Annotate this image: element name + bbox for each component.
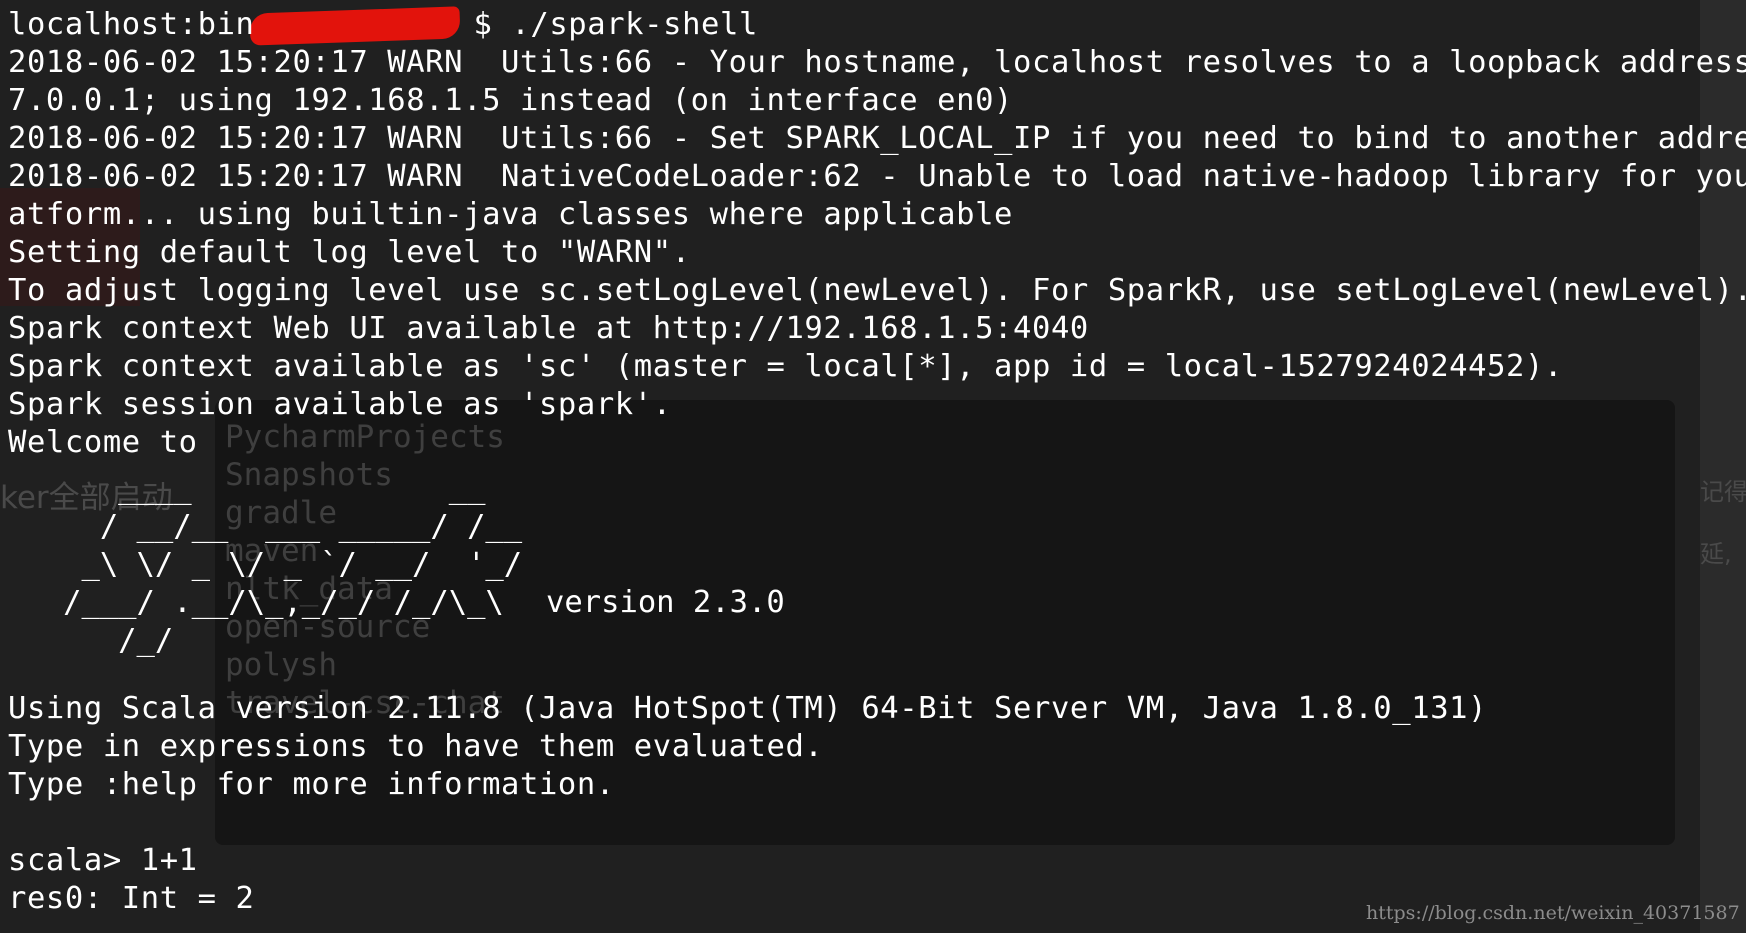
background-page-text: 延, <box>1700 540 1732 568</box>
logo-line: /___/ .__/\_,_/_/ /_/\_\ <box>8 585 504 620</box>
output-line: atform... using builtin-java classes whe… <box>8 197 1014 232</box>
scala-prompt-line[interactable]: scala> 1+1 <box>8 842 1487 880</box>
terminal-output: localhost:bin $ ./spark-shell 2018-06-02… <box>8 6 1746 462</box>
spark-ascii-logo: ____ __ / __/__ ___ _____/ /__ _\ \/ _ \… <box>8 470 522 660</box>
output-line: Setting default log level to "WARN". <box>8 235 691 270</box>
terminal-window[interactable]: PycharmProjects Snapshots gradle maven n… <box>0 0 1746 933</box>
output-line: Using Scala version 2.11.8 (Java HotSpot… <box>8 691 1488 726</box>
output-line: 2018-06-02 15:20:17 WARN Utils:66 - Your… <box>8 45 1746 80</box>
logo-line: _\ \/ _ \/ _ `/ __/ '_/ <box>8 547 523 582</box>
logo-line: ____ __ <box>8 471 486 506</box>
logo-line: / __/__ ___ _____/ /__ <box>8 509 523 544</box>
output-line: Spark context available as 'sc' (master … <box>8 349 1563 384</box>
output-line: 7.0.0.1; using 192.168.1.5 instead (on i… <box>8 83 1014 118</box>
output-line: Type in expressions to have them evaluat… <box>8 729 824 764</box>
output-line: To adjust logging level use sc.setLogLev… <box>8 273 1746 308</box>
background-page-text: 记得 <box>1700 478 1746 506</box>
output-line: 2018-06-02 15:20:17 WARN NativeCodeLoade… <box>8 159 1746 194</box>
prompt-command: $ ./spark-shell <box>473 7 758 42</box>
prompt-line: localhost:bin $ ./spark-shell <box>8 6 1746 44</box>
result-line: res0: Int = 2 <box>8 881 255 916</box>
output-line: Spark session available as 'spark'. <box>8 387 672 422</box>
prompt-prefix: localhost:bin <box>8 7 274 42</box>
watermark-url: https://blog.csdn.net/weixin_40371587 <box>1366 902 1740 924</box>
terminal-output-tail: Using Scala version 2.11.8 (Java HotSpot… <box>8 690 1487 918</box>
spark-version: version 2.3.0 <box>546 585 785 620</box>
logo-line: /_/ <box>8 623 174 658</box>
output-line: Spark context Web UI available at http:/… <box>8 311 1089 346</box>
output-line: 2018-06-02 15:20:17 WARN Utils:66 - Set … <box>8 121 1746 156</box>
output-line: Welcome to <box>8 425 198 460</box>
output-line: Type :help for more information. <box>8 767 615 802</box>
